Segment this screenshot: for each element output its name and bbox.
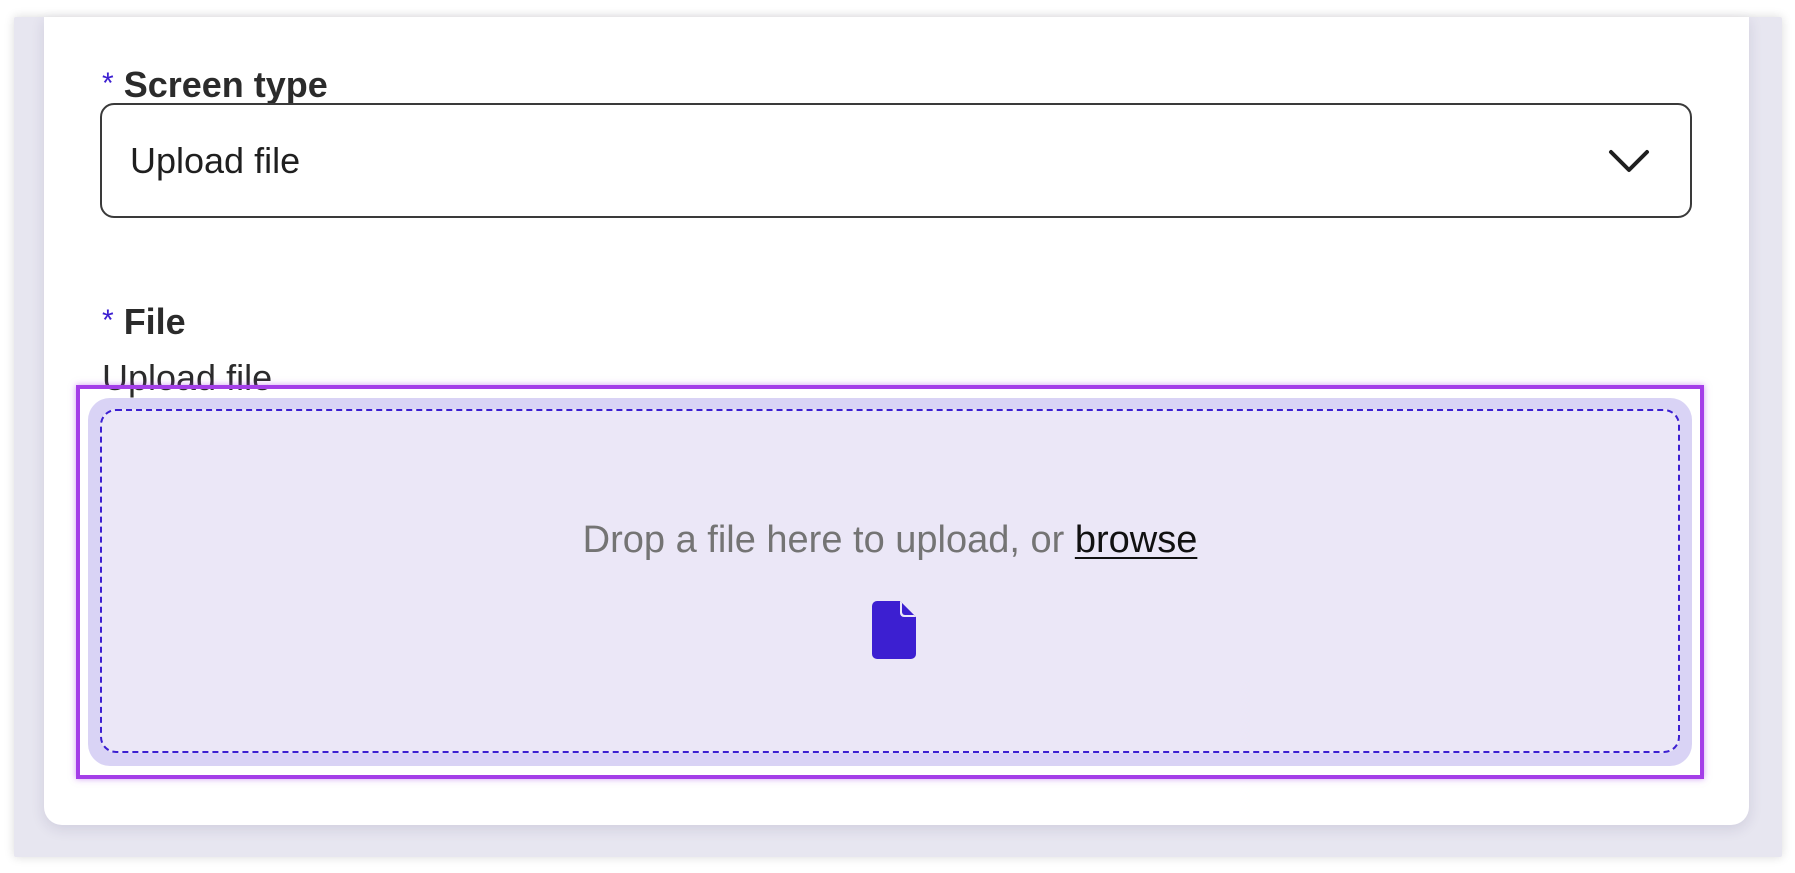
screen-type-label: * Screen type	[102, 67, 328, 103]
screen-type-label-text: Screen type	[123, 64, 328, 105]
file-label-text: File	[123, 301, 186, 342]
required-asterisk: *	[102, 304, 114, 337]
screen-type-selected-value: Upload file	[130, 139, 301, 181]
file-icon	[872, 601, 916, 659]
dropzone-text: Drop a file here to upload, or browse	[102, 519, 1678, 562]
browse-link[interactable]: browse	[1075, 519, 1198, 561]
file-label: * File	[102, 304, 186, 340]
file-dropzone[interactable]: Drop a file here to upload, or browse	[100, 409, 1680, 753]
dropzone-instruction: Drop a file here to upload, or	[582, 519, 1065, 561]
chevron-down-icon	[1609, 149, 1649, 172]
screen: * Screen type Upload file * File Upload fi…	[0, 0, 1795, 873]
screen-type-select[interactable]: Upload file	[100, 103, 1692, 218]
form-card: * Screen type Upload file * File Upload fi…	[44, 17, 1749, 825]
required-asterisk: *	[102, 67, 114, 100]
